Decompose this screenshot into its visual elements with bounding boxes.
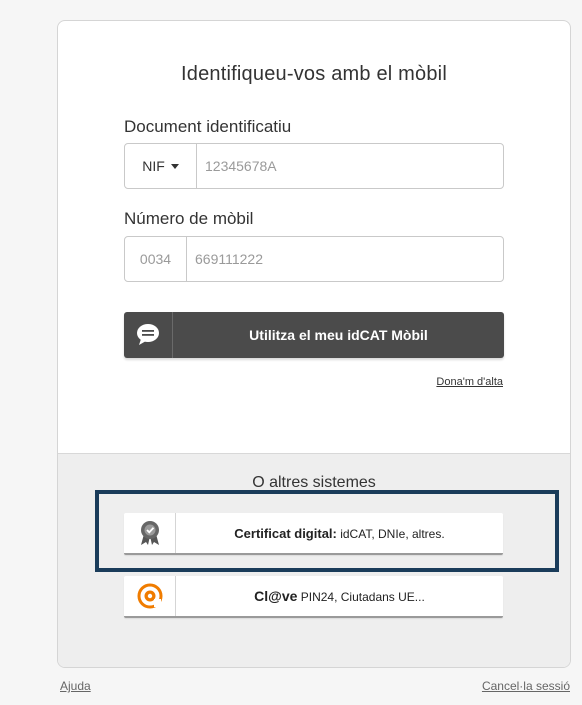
- clave-detail: PIN24, Ciutadans UE...: [297, 590, 425, 604]
- document-type-value: NIF: [142, 158, 165, 174]
- login-card: Identifiqueu-vos amb el mòbil Document i…: [57, 20, 571, 668]
- clave-title: Cl@ve: [254, 588, 298, 604]
- certificate-ribbon-icon: [124, 513, 176, 553]
- document-field: NIF: [124, 143, 504, 189]
- idcat-mobil-button-label: Utilitza el meu idCAT Mòbil: [249, 327, 428, 343]
- clave-label: Cl@ve PIN24, Ciutadans UE...: [176, 588, 503, 604]
- document-number-input[interactable]: [197, 144, 503, 188]
- digital-certificate-title: Certificat digital:: [234, 525, 337, 541]
- document-type-select[interactable]: NIF: [125, 144, 197, 188]
- mobile-number-input[interactable]: [187, 237, 503, 281]
- document-label: Document identificatiu: [124, 117, 292, 136]
- clave-logo-icon: [124, 576, 176, 616]
- digital-certificate-detail: idCAT, DNIe, altres.: [336, 526, 445, 541]
- mobile-label: Número de mòbil: [124, 209, 254, 228]
- country-code: 0034: [125, 237, 187, 281]
- clave-button[interactable]: Cl@ve PIN24, Ciutadans UE...: [124, 576, 503, 618]
- help-link[interactable]: Ajuda: [60, 679, 91, 693]
- digital-certificate-button[interactable]: Certificat digital: idCAT, DNIe, altres.: [124, 513, 503, 555]
- signup-link[interactable]: Dona'm d'alta: [436, 376, 503, 388]
- cancel-session-link[interactable]: Cancel·la sessió: [482, 679, 570, 693]
- chevron-down-icon: [170, 163, 179, 169]
- page-title: Identifiqueu-vos amb el mòbil: [181, 63, 447, 85]
- idcat-mobil-button[interactable]: Utilitza el meu idCAT Mòbil: [124, 312, 504, 358]
- mobile-field: 0034: [124, 236, 504, 282]
- chat-bubble-icon: [124, 312, 173, 358]
- digital-certificate-label: Certificat digital: idCAT, DNIe, altres.: [176, 526, 503, 541]
- other-systems-heading: O altres sistemes: [252, 474, 376, 491]
